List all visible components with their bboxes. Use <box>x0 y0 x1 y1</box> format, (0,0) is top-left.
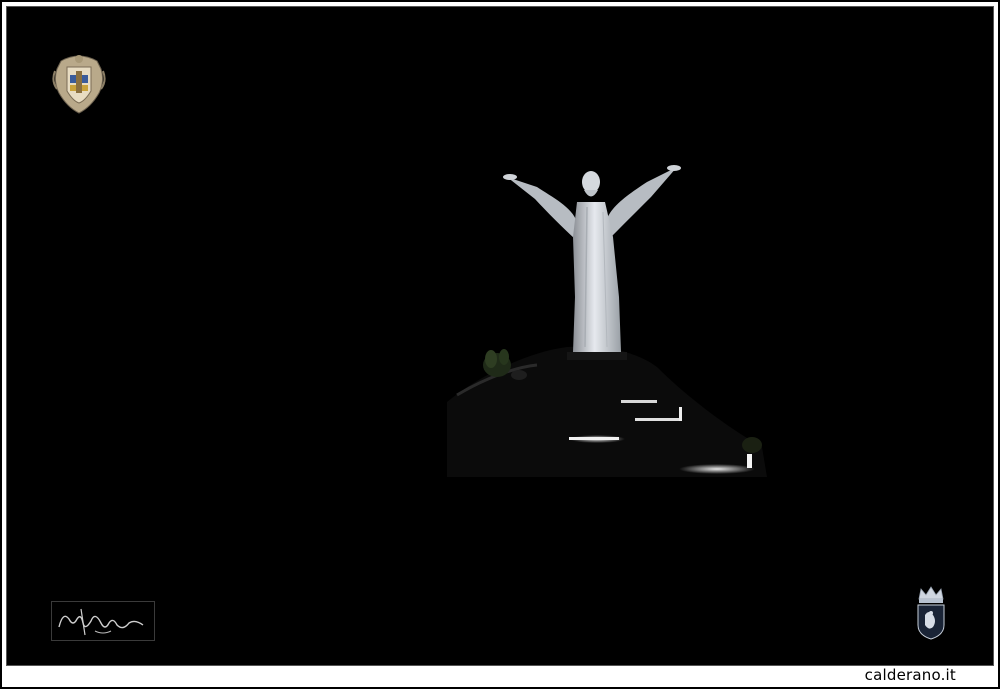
christ-statue <box>503 165 681 352</box>
coat-of-arms-icon <box>52 55 106 114</box>
caption-bar: calderano.it <box>6 666 994 685</box>
site-caption: calderano.it <box>864 666 956 684</box>
statue-left-arm <box>507 177 577 239</box>
signature-mark <box>51 601 155 641</box>
crowned-shield-icon <box>917 586 945 640</box>
statue-head <box>582 171 600 193</box>
night-photograph <box>6 6 994 666</box>
statue-scene <box>447 165 767 477</box>
bush-left <box>483 349 511 377</box>
statue-right-arm <box>607 167 677 237</box>
